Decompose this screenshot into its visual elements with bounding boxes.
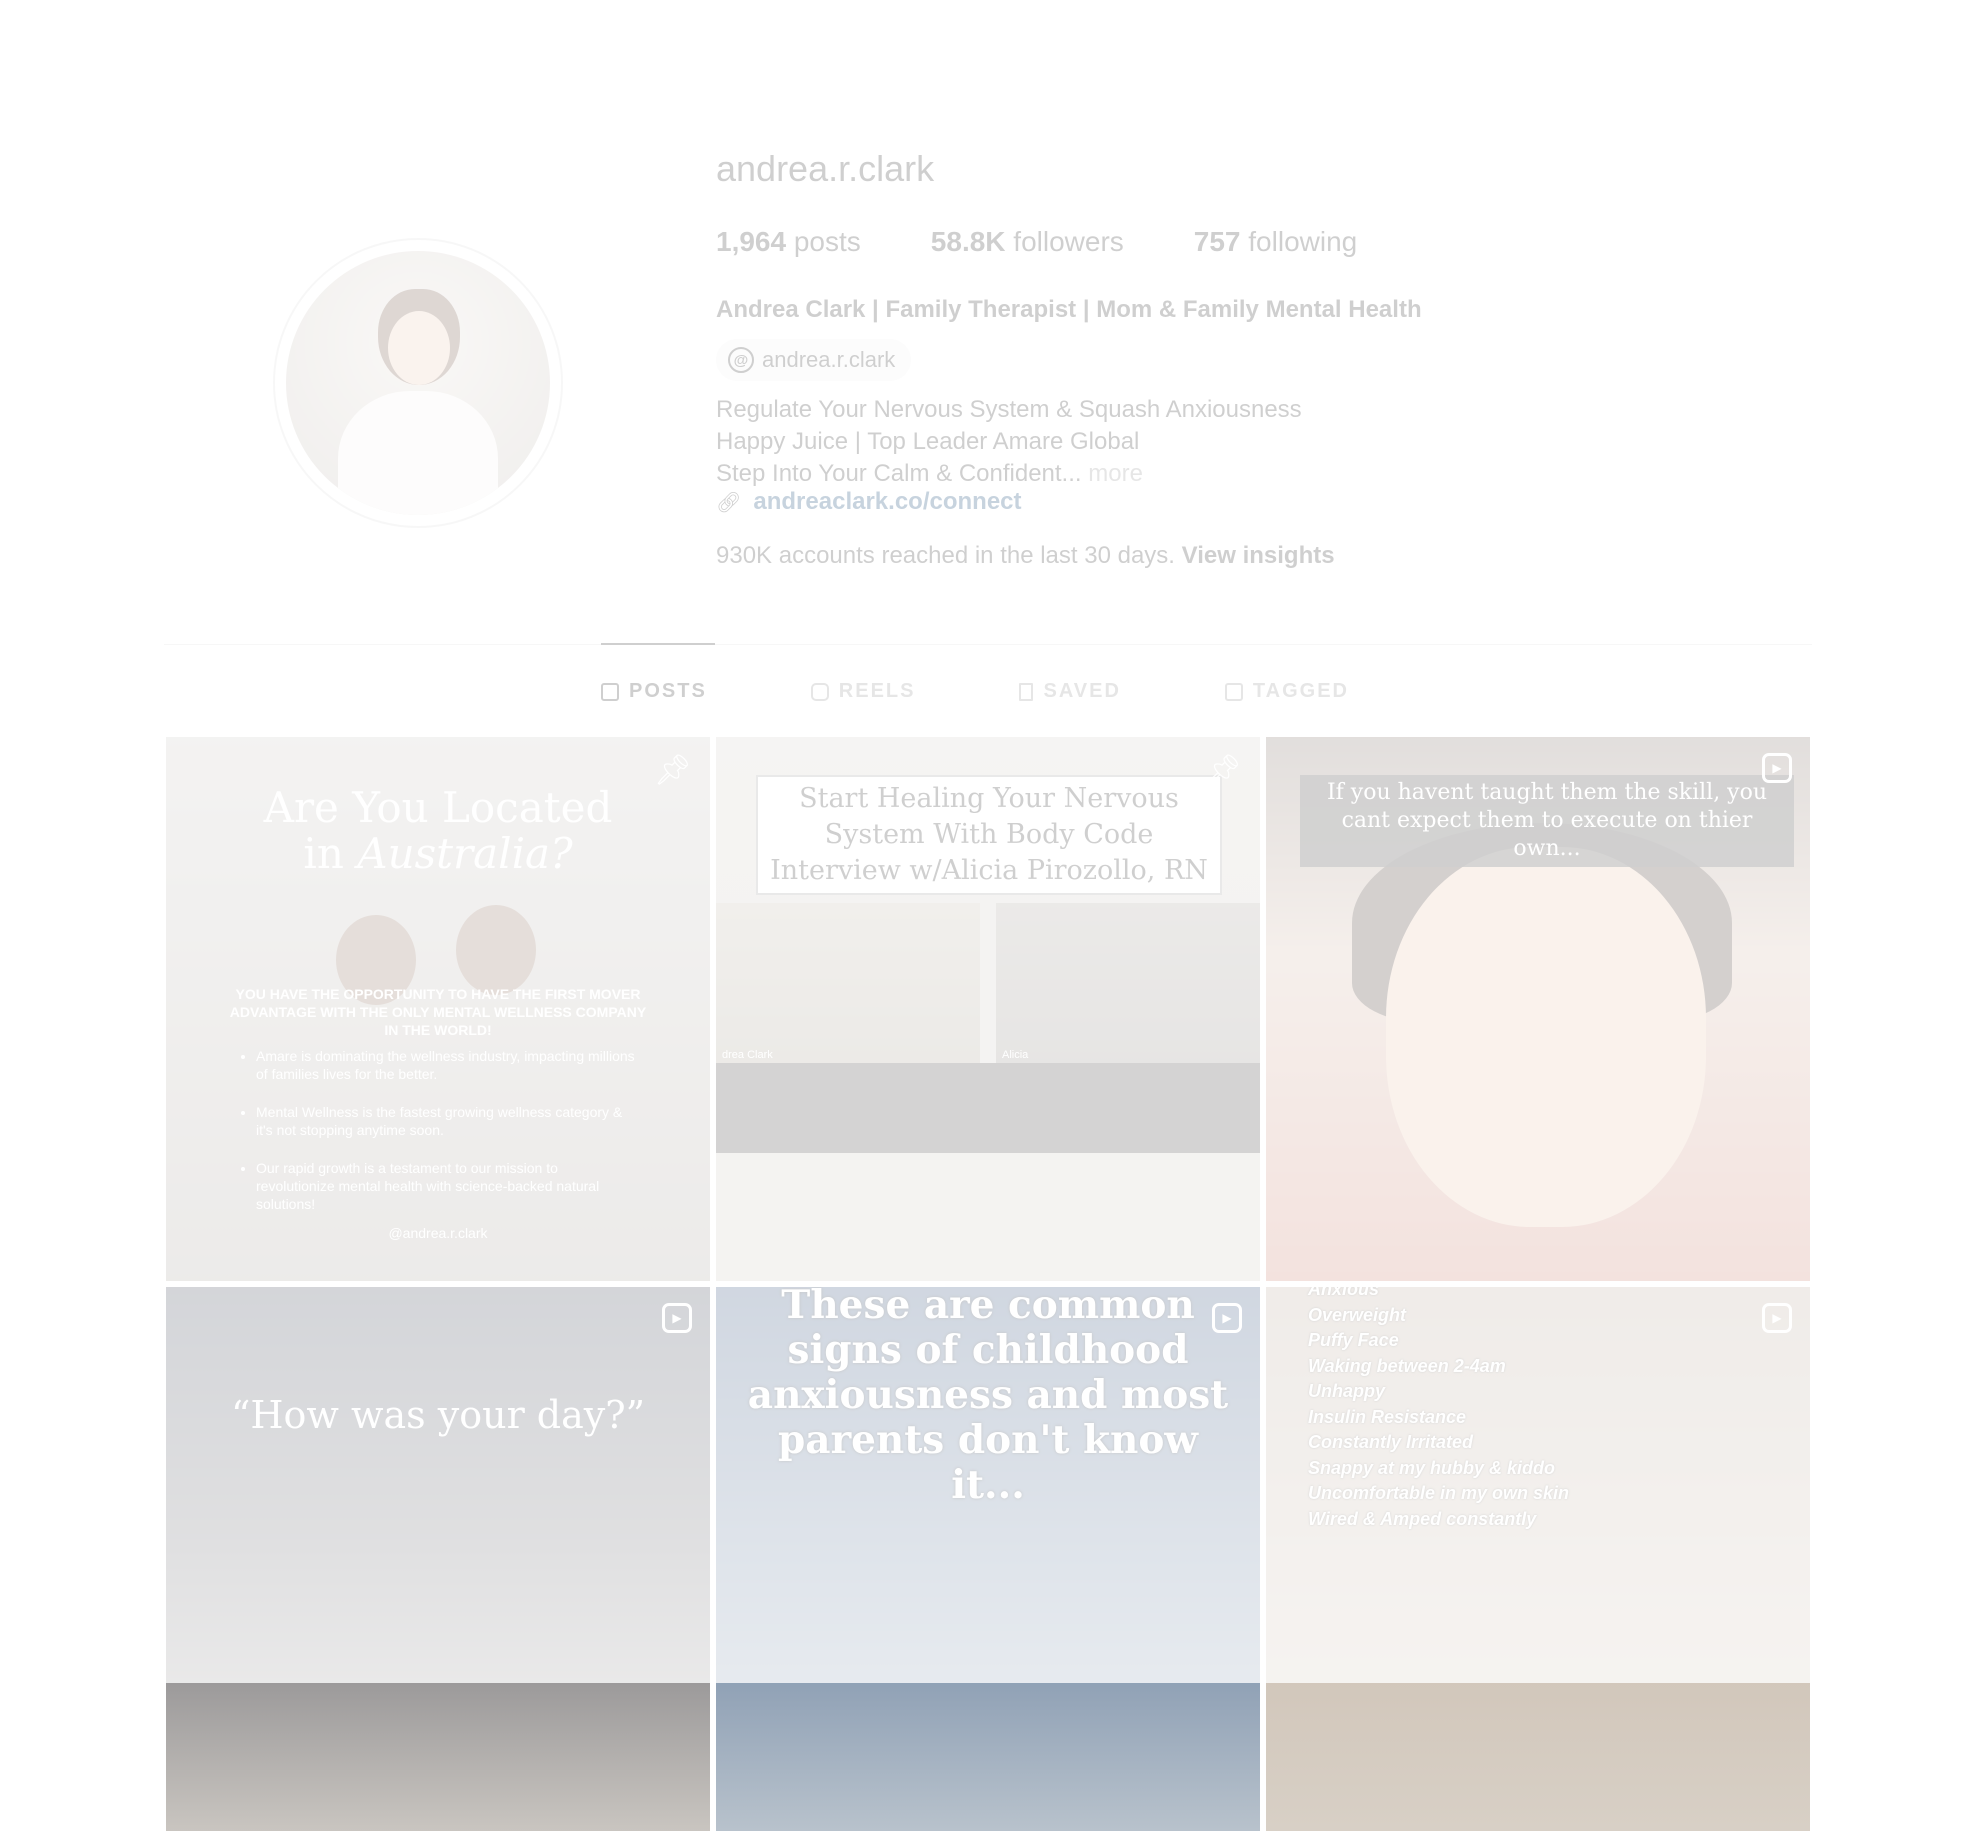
view-insights-link[interactable]: View insights: [1182, 542, 1335, 569]
profile-website-link[interactable]: 🔗︎ andreaclark.co/connect: [716, 488, 1022, 516]
website-text: andreaclark.co/connect: [753, 488, 1022, 515]
tab-posts[interactable]: POSTS: [601, 680, 707, 703]
post-bullets: Amare is dominating the wellness industr…: [242, 1047, 640, 1233]
post-caption: “How was your day?”: [230, 1393, 646, 1437]
link-icon: 🔗︎: [716, 491, 742, 514]
reels-icon: ▶: [1762, 1303, 1792, 1333]
tabs-divider: [164, 644, 1812, 645]
video-frame-right: Alicia: [996, 903, 1260, 1063]
post-caption: These are common signs of childhood anxi…: [747, 1287, 1229, 1508]
profile-stats: 1,964 posts 58.8K followers 757 followin…: [716, 226, 1357, 258]
post-caption-list: Anxious Overweight Puffy Face Waking bet…: [1308, 1287, 1570, 1529]
post-headline: YOU HAVE THE OPPORTUNITY TO HAVE THE FIR…: [229, 986, 647, 1038]
threads-link[interactable]: @ andrea.r.clark: [716, 339, 912, 381]
bio-line: Happy Juice | Top Leader Amare Global: [716, 428, 1140, 455]
bio-line: Regulate Your Nervous System & Squash An…: [716, 396, 1302, 423]
post-title: Start Healing Your Nervous System With B…: [756, 775, 1222, 895]
followers-stat[interactable]: 58.8K followers: [931, 226, 1124, 258]
bio-more-link[interactable]: more: [1088, 460, 1143, 487]
profile-username: andrea.r.clark: [716, 148, 935, 189]
tagged-icon: [1224, 682, 1243, 701]
bookmark-icon: [1019, 682, 1034, 701]
post-tile[interactable]: Are You Located in Australia? YOU HAVE T…: [166, 737, 710, 1281]
reels-icon: [810, 682, 829, 701]
pin-icon: 📌︎: [1203, 754, 1242, 787]
reels-icon: ▶: [1762, 753, 1792, 783]
posts-stat: 1,964 posts: [716, 226, 861, 257]
profile-avatar[interactable]: [273, 238, 563, 528]
post-caption: If you havent taught them the skill, you…: [1300, 775, 1794, 867]
post-tile[interactable]: “How was your day?” ▶: [166, 1287, 710, 1831]
profile-full-name: Andrea Clark | Family Therapist | Mom & …: [716, 296, 1422, 323]
tab-tagged[interactable]: TAGGED: [1224, 680, 1349, 703]
post-handle: @andrea.r.clark: [388, 1225, 488, 1241]
reels-icon: ▶: [1212, 1303, 1242, 1333]
avatar-photo: [286, 251, 550, 515]
reach-text: 930K accounts reached in the last 30 day…: [716, 542, 1175, 569]
threads-handle: andrea.r.clark: [762, 347, 896, 372]
post-tile[interactable]: Anxious Overweight Puffy Face Waking bet…: [1266, 1287, 1810, 1831]
profile-bio: Regulate Your Nervous System & Squash An…: [716, 394, 1302, 490]
post-tile[interactable]: These are common signs of childhood anxi…: [716, 1287, 1260, 1831]
reels-icon: ▶: [662, 1303, 692, 1333]
tab-reels[interactable]: REELS: [810, 680, 916, 703]
post-title: Are You Located in Australia?: [263, 783, 613, 878]
posts-grid: Are You Located in Australia? YOU HAVE T…: [166, 737, 1810, 1831]
tab-saved[interactable]: SAVED: [1019, 680, 1120, 703]
post-tile[interactable]: drea Clark Alicia Start Healing Your Ner…: [716, 737, 1260, 1281]
active-tab-indicator: [601, 643, 715, 645]
video-frame-left: drea Clark: [716, 903, 980, 1063]
bio-line: Step Into Your Calm & Confident...: [716, 460, 1082, 487]
reach-insights: 930K accounts reached in the last 30 day…: [716, 542, 1335, 570]
threads-icon: @: [728, 347, 754, 373]
profile-tabs: POSTS REELS SAVED TAGGED: [601, 680, 1453, 703]
video-bar: [716, 1063, 1260, 1153]
following-stat[interactable]: 757 following: [1194, 226, 1357, 258]
grid-icon: [601, 682, 619, 701]
post-tile[interactable]: If you havent taught them the skill, you…: [1266, 737, 1810, 1281]
pin-icon: 📌︎: [653, 754, 692, 787]
